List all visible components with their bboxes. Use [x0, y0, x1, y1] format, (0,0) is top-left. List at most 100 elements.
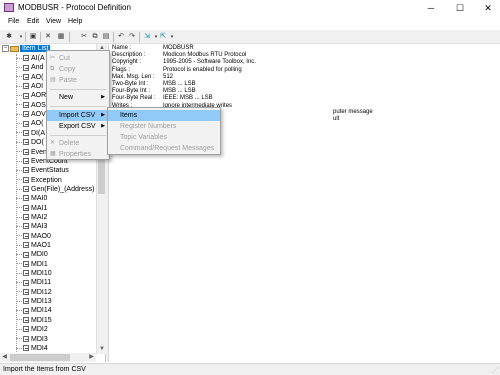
menu-item-copy[interactable]: ⧉ Copy — [47, 64, 109, 75]
maximize-button[interactable]: ☐ — [453, 2, 467, 14]
tree-item[interactable]: Exception — [16, 176, 62, 185]
resize-grip-icon[interactable]: ⋰ — [492, 367, 498, 374]
tree-item[interactable]: MAI1 — [16, 204, 47, 213]
scrollbar-thumb[interactable] — [10, 354, 70, 361]
property-key: Four-Byte Int : — [112, 88, 151, 95]
tree-item-label: MDI10 — [31, 270, 52, 278]
tree-item[interactable]: AOI — [16, 82, 43, 91]
tree-item[interactable]: MDI10 — [16, 269, 52, 278]
menu-item-cut[interactable]: ✂ Cut — [47, 53, 109, 64]
tree-connector — [16, 272, 22, 274]
tree-item[interactable]: AOR — [16, 91, 46, 100]
tree-item-label: MDI4 — [31, 344, 48, 352]
tree-item[interactable]: MDI4 — [16, 344, 48, 353]
menu-item-label: New — [59, 94, 74, 101]
tree-item[interactable]: AOV — [16, 110, 46, 119]
tree-item[interactable]: EventStatus — [16, 166, 69, 175]
scroll-left-icon[interactable]: ◀ — [0, 353, 9, 362]
collapse-icon[interactable]: − — [2, 45, 9, 52]
tree-item-label: Exception — [31, 176, 62, 184]
tree-item[interactable]: MDI14 — [16, 306, 52, 315]
tree-item[interactable]: DI(A — [16, 129, 45, 138]
tree-item[interactable]: DO( — [16, 138, 44, 147]
tree-item[interactable]: MDI15 — [16, 316, 52, 325]
tree-item[interactable]: Gen(File)_(Address) — [16, 185, 94, 194]
property-key: Two-Byte Int : — [112, 81, 149, 87]
property-text-fragment: puter message — [333, 109, 373, 115]
tree-item[interactable]: Event — [16, 148, 49, 157]
close-button[interactable]: ✕ — [481, 2, 495, 14]
menu-item-paste[interactable]: ▤ Paste — [47, 75, 109, 86]
tree-item[interactable]: MDI3 — [16, 335, 48, 344]
tree-item-label: AOR — [31, 92, 47, 100]
new-icon[interactable]: ✱ — [4, 32, 14, 42]
scroll-right-icon[interactable]: ▶ — [87, 353, 96, 362]
copy-icon: ⧉ — [50, 66, 55, 72]
property-row: Max. Msg. Len : 512 — [110, 74, 410, 81]
item-icon — [23, 345, 29, 351]
submenu-item-items[interactable]: Items — [108, 110, 220, 121]
menu-bar: File Edit View Help — [0, 17, 500, 29]
submenu-item-command-request-messages[interactable]: Command/Request Messages — [108, 143, 220, 154]
property-row: Two-Byte Int : MSB ... LSB — [110, 81, 410, 88]
minimize-button[interactable]: ─ — [424, 2, 438, 14]
tree-connector — [16, 57, 22, 59]
tree-item[interactable]: MDI11 — [16, 278, 51, 287]
tree-item[interactable]: AI(A — [16, 54, 45, 63]
tree-item[interactable]: MDI0 — [16, 250, 48, 259]
item-icon — [23, 307, 29, 314]
tree-item[interactable]: AO( — [16, 119, 43, 128]
item-icon — [23, 279, 29, 286]
tree-item[interactable]: MAI2 — [16, 213, 47, 222]
save-icon[interactable]: ▣ — [28, 32, 38, 42]
menu-help[interactable]: Help — [68, 18, 82, 25]
tree-horizontal-scrollbar[interactable]: ◀ ▶ — [0, 353, 96, 362]
property-key: Flags : — [112, 66, 131, 73]
tree-item-label: MDI12 — [31, 288, 52, 296]
tree-root[interactable]: − Item List — [2, 45, 51, 54]
submenu-item-topic-variables[interactable]: Topic Variables — [108, 132, 220, 143]
menu-item-properties[interactable]: ▦ Properties — [47, 149, 109, 160]
menu-item-label: Export CSV — [59, 123, 96, 130]
item-icon — [23, 195, 29, 202]
tree-connector — [16, 76, 22, 78]
undo-icon[interactable]: ↶ — [116, 32, 126, 42]
cut-icon[interactable]: ✂ — [79, 32, 89, 42]
tree-item[interactable]: MAO0 — [16, 232, 51, 241]
tree-item[interactable]: AO( — [16, 73, 43, 82]
tree-connector — [16, 347, 22, 349]
copy-icon[interactable]: ⧉ — [90, 32, 100, 42]
tree-item-label: Gen(File)_(Address) — [31, 185, 95, 193]
menu-view[interactable]: View — [46, 18, 61, 25]
paste-icon[interactable]: ▤ — [101, 32, 111, 42]
menu-edit[interactable]: Edit — [27, 18, 39, 25]
tree-item[interactable]: MDI1 — [16, 260, 48, 269]
menu-file[interactable]: File — [8, 18, 19, 25]
tree-item[interactable]: MAO1 — [16, 241, 51, 250]
menu-item-new[interactable]: New ▶ — [47, 92, 109, 103]
delete-icon[interactable]: ✕ — [43, 32, 53, 42]
toolbar-separator — [113, 32, 114, 42]
tree-connector — [16, 179, 22, 181]
item-icon — [23, 326, 29, 333]
properties-icon[interactable]: ▦ — [56, 32, 66, 42]
property-value: MSB ... LSB — [163, 88, 196, 95]
tree-item[interactable]: MDI2 — [16, 325, 48, 334]
menu-separator — [50, 106, 106, 107]
property-value: MODBUSR — [163, 45, 194, 51]
tree-item[interactable]: MAI3 — [16, 222, 47, 231]
redo-icon[interactable]: ↷ — [127, 32, 137, 42]
tree-item[interactable]: MDI12 — [16, 288, 52, 297]
menu-item-export-csv[interactable]: Export CSV ▶ — [47, 121, 109, 132]
menu-item-import-csv[interactable]: Import CSV ▶ — [47, 110, 109, 121]
tree-connector — [16, 113, 22, 115]
tree-item[interactable]: MAI0 — [16, 194, 47, 203]
tree-item[interactable]: MDI13 — [16, 297, 52, 306]
tree-item[interactable]: AOS — [16, 101, 46, 110]
property-key: Max. Msg. Len : — [112, 73, 155, 80]
property-key: Copyright : — [112, 59, 142, 66]
submenu-item-register-numbers[interactable]: Register Numbers — [108, 121, 220, 132]
tree-item[interactable]: And — [16, 63, 43, 72]
dropdown-arrow-icon[interactable]: ▾ — [167, 32, 177, 42]
menu-item-delete[interactable]: ✕ Delete — [47, 138, 109, 149]
